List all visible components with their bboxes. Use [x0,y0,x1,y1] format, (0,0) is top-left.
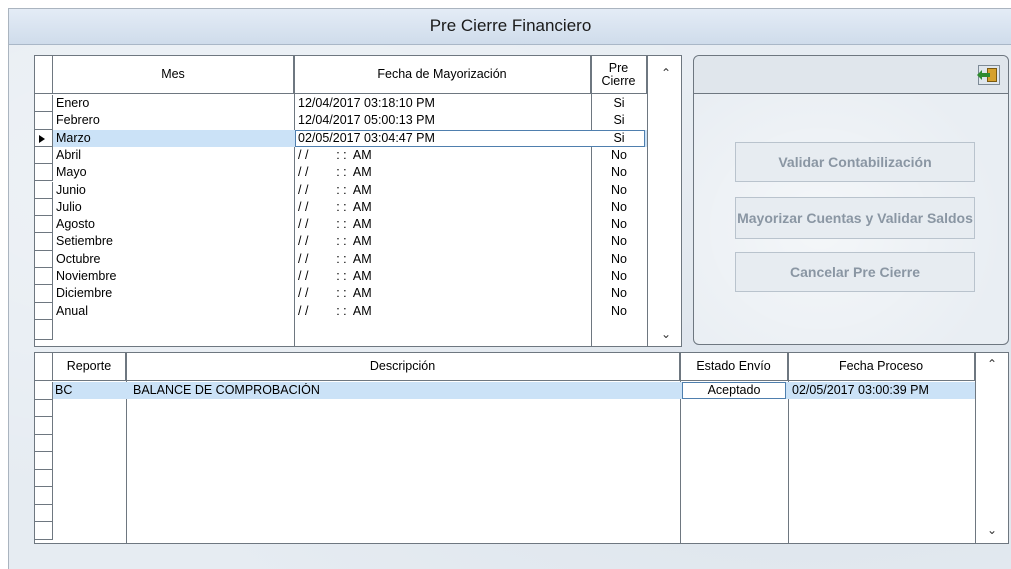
cell-fecha-mayorizacion[interactable]: 12/04/2017 05:00:13 PM [298,113,435,128]
cell-pre-cierre[interactable]: No [591,165,647,180]
row-selector-header [35,353,53,381]
cell-fecha-mayorizacion[interactable]: / / : : AM [298,148,372,163]
validar-contabilizacion-button[interactable]: Validar Contabilización [735,142,975,182]
grid-divider [294,56,295,346]
row-selector[interactable] [35,382,53,400]
header-estado-envio[interactable]: Estado Envío [680,353,788,381]
row-selector[interactable] [35,417,53,435]
cell-fecha-mayorizacion[interactable]: / / : : AM [298,286,372,301]
exit-button[interactable] [977,65,1000,85]
cell-fecha-mayorizacion[interactable]: / / : : AM [298,252,372,267]
cell-mes[interactable]: Octubre [56,252,100,267]
row-selector[interactable] [35,487,53,505]
row-selector[interactable] [35,469,53,487]
cell-fecha-mayorizacion[interactable]: / / : : AM [298,234,372,249]
header-descripcion[interactable]: Descripción [126,353,680,381]
cell-reporte: BC [55,383,73,397]
row-selector[interactable] [35,164,53,182]
cell-fecha-mayorizacion[interactable]: 02/05/2017 03:04:47 PM [298,131,435,146]
cell-mes[interactable]: Anual [56,304,88,319]
cell-fecha-mayorizacion[interactable]: / / : : AM [298,269,372,284]
row-selector-header [35,56,53,94]
cell-descripcion: BALANCE DE COMPROBACIÓN [133,383,320,397]
row-selector[interactable] [35,95,53,113]
cell-pre-cierre[interactable]: Si [591,96,647,111]
chevron-down-icon[interactable]: ⌄ [659,328,673,340]
cell-pre-cierre[interactable]: No [591,148,647,163]
row-selector[interactable] [35,285,53,303]
cell-mes[interactable]: Diciembre [56,286,112,301]
chevron-up-icon[interactable]: ⌃ [659,67,673,79]
row-selector[interactable] [35,302,53,320]
cell-mes[interactable]: Julio [56,200,82,215]
row-selector[interactable] [35,268,53,286]
row-selector[interactable] [35,434,53,452]
chevron-up-icon[interactable]: ⌃ [985,358,999,370]
reports-grid[interactable]: Reporte Descripción Estado Envío Fecha P… [34,352,1009,544]
row-selector[interactable] [35,198,53,217]
header-mes[interactable]: Mes [53,56,294,94]
header-reporte[interactable]: Reporte [53,353,126,381]
chevron-down-icon[interactable]: ⌄ [985,524,999,536]
cell-fecha-mayorizacion[interactable]: / / : : AM [298,304,372,319]
row-selector[interactable] [35,250,53,268]
row-selector[interactable] [35,216,53,234]
grid-divider [647,56,648,346]
cell-pre-cierre[interactable]: No [591,200,647,215]
cell-pre-cierre[interactable]: No [591,217,647,232]
pre-cierre-window: Pre Cierre Financiero Mes Fecha de Mayor… [8,8,1011,569]
cell-pre-cierre[interactable]: No [591,304,647,319]
cell-pre-cierre[interactable]: No [591,252,647,267]
header-pre-cierre[interactable]: Pre Cierre [591,56,647,94]
window-title: Pre Cierre Financiero [9,9,1011,45]
row-selector[interactable] [35,522,53,540]
cell-mes[interactable]: Enero [56,96,89,111]
cell-pre-cierre[interactable]: No [591,286,647,301]
cell-mes[interactable]: Junio [56,183,86,198]
cell-mes[interactable]: Mayo [56,165,87,180]
cell-mes[interactable]: Marzo [56,131,91,146]
actions-panel: Validar Contabilización Mayorizar Cuenta… [693,55,1009,345]
cell-pre-cierre[interactable]: No [591,269,647,284]
header-fecha-mayorizacion[interactable]: Fecha de Mayorización [294,56,591,94]
cell-pre-cierre[interactable]: No [591,234,647,249]
cell-fecha-proceso: 02/05/2017 03:00:39 PM [792,383,929,397]
mayorizar-cuentas-button[interactable]: Mayorizar Cuentas y Validar Saldos [735,197,975,239]
cancelar-pre-cierre-button[interactable]: Cancelar Pre Cierre [735,252,975,292]
row-selector[interactable] [35,319,53,340]
row-pointer-icon [39,134,45,143]
cell-fecha-mayorizacion[interactable]: / / : : AM [298,200,372,215]
header-fecha-proceso[interactable]: Fecha Proceso [788,353,975,381]
row-selector[interactable] [35,452,53,470]
cell-mes[interactable]: Abril [56,148,81,163]
row-selector[interactable] [35,233,53,251]
cell-fecha-mayorizacion[interactable]: 12/04/2017 03:18:10 PM [298,96,435,111]
cell-fecha-mayorizacion[interactable]: / / : : AM [298,217,372,232]
cell-fecha-mayorizacion[interactable]: / / : : AM [298,183,372,198]
row-selector[interactable] [35,399,53,417]
exit-arrow-icon [977,70,990,80]
cell-mes[interactable]: Agosto [56,217,95,232]
row-selector[interactable] [35,504,53,522]
months-grid[interactable]: Mes Fecha de Mayorización Pre Cierre ⌃ ⌄… [34,55,682,347]
cell-pre-cierre[interactable]: No [591,183,647,198]
cell-pre-cierre[interactable]: Si [591,131,647,146]
cell-pre-cierre[interactable]: Si [591,113,647,128]
row-selector[interactable] [35,112,53,130]
cell-mes[interactable]: Setiembre [56,234,113,249]
cell-fecha-mayorizacion[interactable]: / / : : AM [298,165,372,180]
cell-mes[interactable]: Febrero [56,113,100,128]
row-selector[interactable] [35,146,53,165]
cell-mes[interactable]: Noviembre [56,269,116,284]
cell-estado-envio[interactable]: Aceptado [682,382,786,399]
actions-panel-header [694,56,1008,94]
grid-divider [975,353,976,543]
row-selector[interactable] [35,181,53,199]
